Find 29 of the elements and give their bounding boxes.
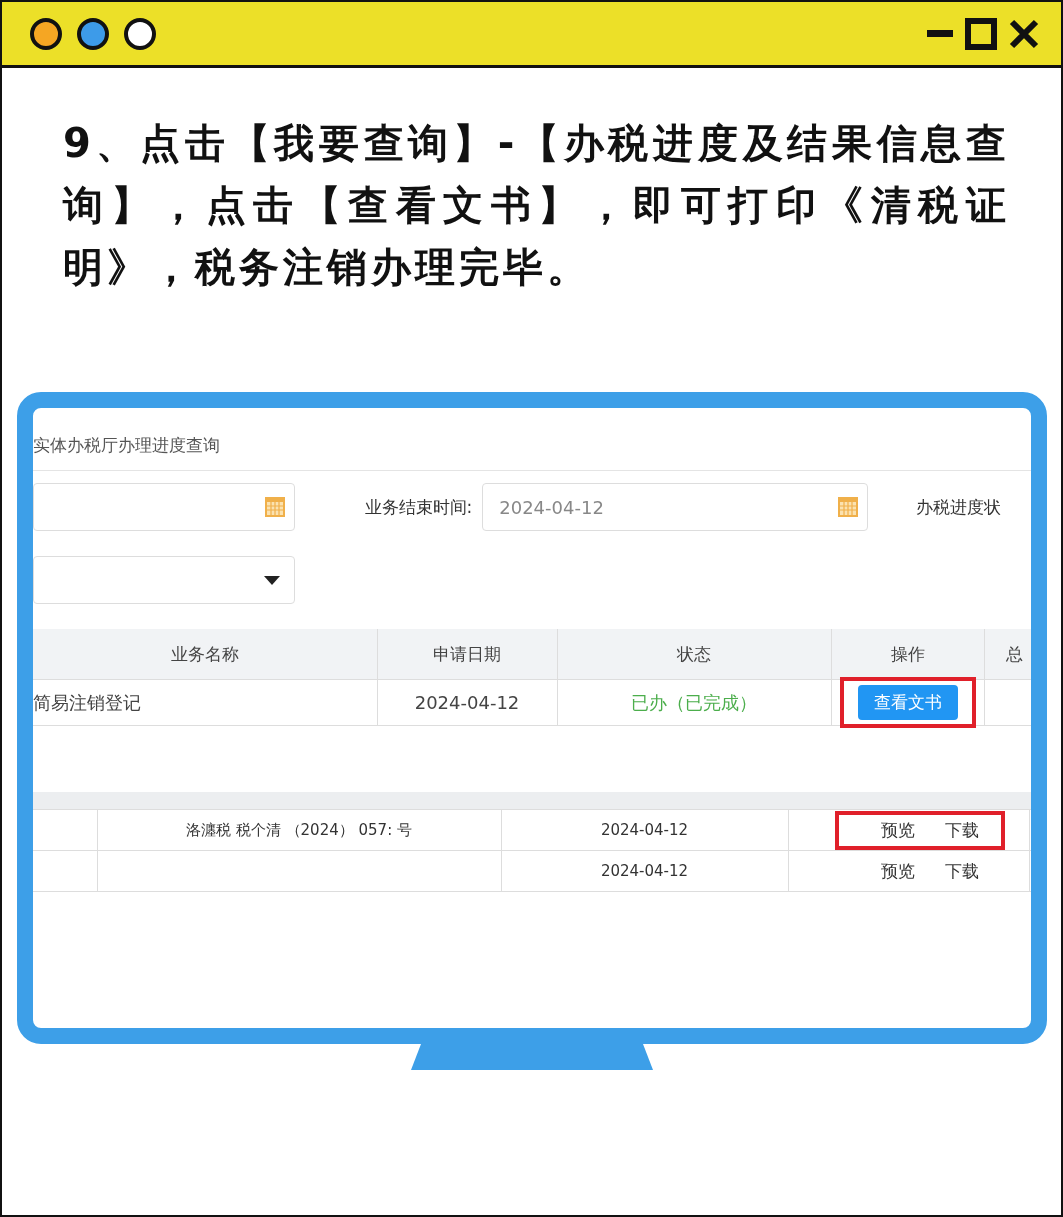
table-cell: 简易注销登记 [32,679,378,725]
column-header: 状态 [557,629,832,679]
close-icon[interactable] [1009,18,1039,49]
document-title: 洛瀍税 税个清 （2024） 057: 号 [186,820,412,840]
preview-link[interactable]: 预览 [880,859,915,883]
window-dot[interactable] [30,17,62,50]
field-label: 业务结束时间: [364,495,473,519]
table-cell: 2024-04-12 [600,821,689,839]
column-header: 总 [984,629,1031,679]
date-field[interactable]: 2024-04-12 [482,483,869,531]
column-header: 操作 [831,629,985,679]
status-text: 已办（已完成） [557,679,832,725]
table-cell: 2024-04-12 [377,679,558,725]
page-title: 实体办税厅办理进度查询 [32,434,221,457]
minimize-icon[interactable] [927,29,953,38]
maximize-icon[interactable] [965,17,997,50]
date-field[interactable] [32,483,295,531]
window-dot[interactable] [124,17,156,50]
download-link[interactable]: 下载 [944,859,979,883]
column-header: 申请日期 [377,629,558,679]
dropdown-field[interactable] [32,556,295,604]
download-link[interactable]: 下载 [944,818,979,842]
table-cell: 2024-04-12 [600,862,689,880]
caret-icon [263,575,280,585]
window-dot[interactable] [77,17,109,50]
field-label: 办税进度状 [916,495,1002,519]
instruction-text: 9、点击【我要查询】-【办税进度及结果信息查询】，点击【查看文书】，即可打印《清税证明》，税务注销办理完毕。 [63,119,1010,292]
preview-link[interactable]: 预览 [880,818,915,842]
column-header: 业务名称 [32,629,378,679]
